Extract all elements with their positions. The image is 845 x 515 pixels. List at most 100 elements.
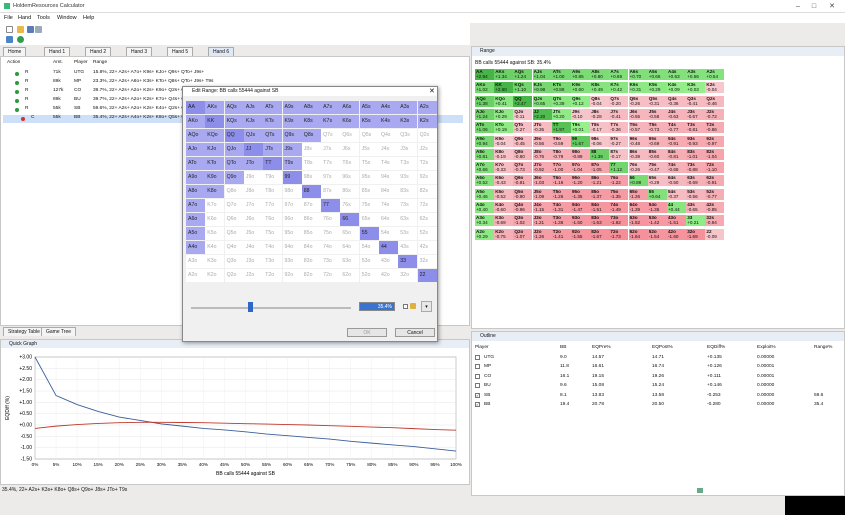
range-cell[interactable]: A4o +0.40 (475, 202, 494, 213)
hand-cell[interactable]: A4s (379, 101, 398, 114)
hand-cell[interactable]: 96s (340, 171, 360, 184)
hand-cell[interactable]: JJ (243, 143, 263, 156)
hand-cell[interactable]: Q8s (301, 129, 321, 142)
hand-cell[interactable]: 75s (359, 199, 379, 212)
range-cell[interactable]: A7s +0.69 (609, 69, 629, 80)
menu-help[interactable]: Help (83, 15, 94, 21)
hand-cell[interactable]: J3s (398, 143, 418, 156)
close-icon[interactable]: ✕ (824, 2, 840, 11)
range-cell[interactable]: A9o +0.94 (475, 135, 494, 147)
hand-cell[interactable]: ATo (186, 157, 205, 170)
hand-cell[interactable]: KJo (205, 143, 225, 156)
range-cell[interactable]: 97s -0.27 (609, 135, 629, 147)
range-cell[interactable]: T5s -0.73 (647, 122, 667, 134)
range-cell[interactable]: T2s -0.86 (705, 122, 725, 134)
hand-cell[interactable]: J6o (243, 213, 263, 226)
range-cell[interactable]: K5s +0.29 (647, 82, 667, 94)
save-icon[interactable] (27, 26, 34, 33)
hand-cell[interactable]: T5s (359, 157, 379, 170)
range-cell[interactable]: 85s -0.60 (647, 148, 667, 160)
range-cell[interactable]: QQ +2.47 (513, 95, 533, 107)
range-cell[interactable]: TT +1.97 (551, 122, 571, 134)
hand-cell[interactable]: A8o (186, 185, 205, 198)
hand-cell[interactable]: A3s (398, 101, 418, 114)
range-cell[interactable]: 82o -1.67 (590, 228, 610, 240)
range-cell[interactable]: 32s -0.94 (705, 215, 725, 227)
hand-cell[interactable]: 54o (359, 241, 379, 254)
tab-hand-6[interactable]: Hand 6 (208, 47, 235, 56)
hand-cell[interactable]: AJs (243, 101, 263, 114)
range-cell[interactable]: A3s +0.56 (686, 69, 706, 80)
hand-cell[interactable]: K7s (321, 115, 341, 128)
hand-cell[interactable]: K2s (417, 115, 437, 128)
hand-cell[interactable]: 64o (340, 241, 360, 254)
range-cell[interactable]: 43o -1.51 (667, 215, 686, 227)
range-cell[interactable]: J5s -0.58 (647, 108, 667, 120)
range-cell[interactable]: 42o -1.60 (667, 228, 686, 240)
hand-cell[interactable]: 65s (359, 213, 379, 226)
range-cell[interactable]: 95o -1.35 (571, 188, 590, 200)
hand-cell[interactable]: K8o (205, 185, 225, 198)
range-cell[interactable]: T3o -1.36 (551, 215, 571, 227)
range-cell[interactable]: J8s -0.28 (590, 108, 610, 120)
menu-file[interactable]: File (4, 15, 13, 21)
hand-cell[interactable]: 83s (398, 185, 418, 198)
hand-cell[interactable]: 85s (359, 185, 379, 198)
hand-cell[interactable]: 87s (321, 185, 341, 198)
hand-cell[interactable]: A5o (186, 227, 205, 240)
hand-cell[interactable]: 94o (282, 241, 302, 254)
hand-cell[interactable]: 73o (321, 255, 341, 268)
hand-cell[interactable]: QQ (224, 129, 244, 142)
player-checkbox[interactable] (475, 364, 480, 370)
hand-cell[interactable]: J2s (417, 143, 437, 156)
range-cell[interactable]: AJs +1.04 (532, 69, 552, 80)
range-cell[interactable]: T7o -1.00 (551, 162, 571, 174)
range-cell[interactable]: Q3o -1.02 (513, 215, 533, 227)
hand-cell[interactable]: 94s (379, 171, 398, 184)
range-cell[interactable]: 64o -1.39 (628, 202, 648, 213)
hand-cell[interactable]: 98s (301, 171, 321, 184)
range-cell[interactable]: AKs +1.34 (494, 69, 514, 80)
range-cell[interactable]: 44 +0.44 (667, 202, 686, 213)
range-cell[interactable]: 86s -0.39 (628, 148, 648, 160)
hand-cell[interactable]: A6s (340, 101, 360, 114)
menu-tools[interactable]: Tools (37, 15, 50, 21)
range-cell[interactable]: A2o +0.29 (475, 228, 494, 240)
range-cell[interactable]: 42s -0.85 (705, 202, 725, 213)
hand-cell[interactable]: 86o (301, 213, 321, 226)
hand-cell[interactable]: 86s (340, 185, 360, 198)
range-slider-thumb[interactable] (248, 302, 253, 312)
hand-cell[interactable]: 52o (359, 269, 379, 282)
range-cell[interactable]: A2s +0.54 (705, 69, 725, 80)
range-cell[interactable]: 65s -0.29 (647, 175, 667, 187)
hand-cell[interactable]: 92s (417, 171, 437, 184)
hand-cell[interactable]: KTo (205, 157, 225, 170)
range-percent-input[interactable]: 35.4% (359, 302, 395, 311)
range-cell[interactable]: AQo +1.38 (475, 95, 494, 107)
range-cell[interactable]: ATo +1.06 (475, 122, 494, 134)
hand-cell[interactable]: JTs (263, 143, 283, 156)
range-cell[interactable]: 98o -0.89 (571, 148, 590, 160)
range-cell[interactable]: T9o -0.59 (551, 135, 571, 147)
hand-cell[interactable]: Q2o (224, 269, 244, 282)
hand-cell[interactable]: Q6s (340, 129, 360, 142)
hand-cell[interactable]: QJo (224, 143, 244, 156)
range-cell[interactable]: A9s +0.85 (571, 69, 590, 80)
hand-cell[interactable]: K4s (379, 115, 398, 128)
hand-cell[interactable]: J5s (359, 143, 379, 156)
tab-hand-2[interactable]: Hand 2 (85, 47, 112, 56)
hand-cell[interactable]: Q5o (224, 227, 244, 240)
player-checkbox[interactable] (475, 383, 480, 389)
range-cell[interactable]: QTo -0.27 (513, 122, 533, 134)
range-cell[interactable]: 93s -0.93 (686, 135, 706, 147)
range-cell[interactable]: K2o -0.75 (494, 228, 514, 240)
range-cell[interactable]: 72o -1.73 (609, 228, 629, 240)
hand-cell[interactable]: A6o (186, 213, 205, 226)
range-cell[interactable]: 63s -0.69 (686, 175, 706, 187)
menu-window[interactable]: Window (57, 15, 77, 21)
range-cell[interactable]: Q7s -0.20 (609, 95, 629, 107)
range-cell[interactable]: QJs +0.65 (532, 95, 552, 107)
range-cell[interactable]: Q8s -0.04 (590, 95, 610, 107)
range-cell[interactable]: 54o -1.35 (647, 202, 667, 213)
range-cell[interactable]: A3o +0.34 (475, 215, 494, 227)
